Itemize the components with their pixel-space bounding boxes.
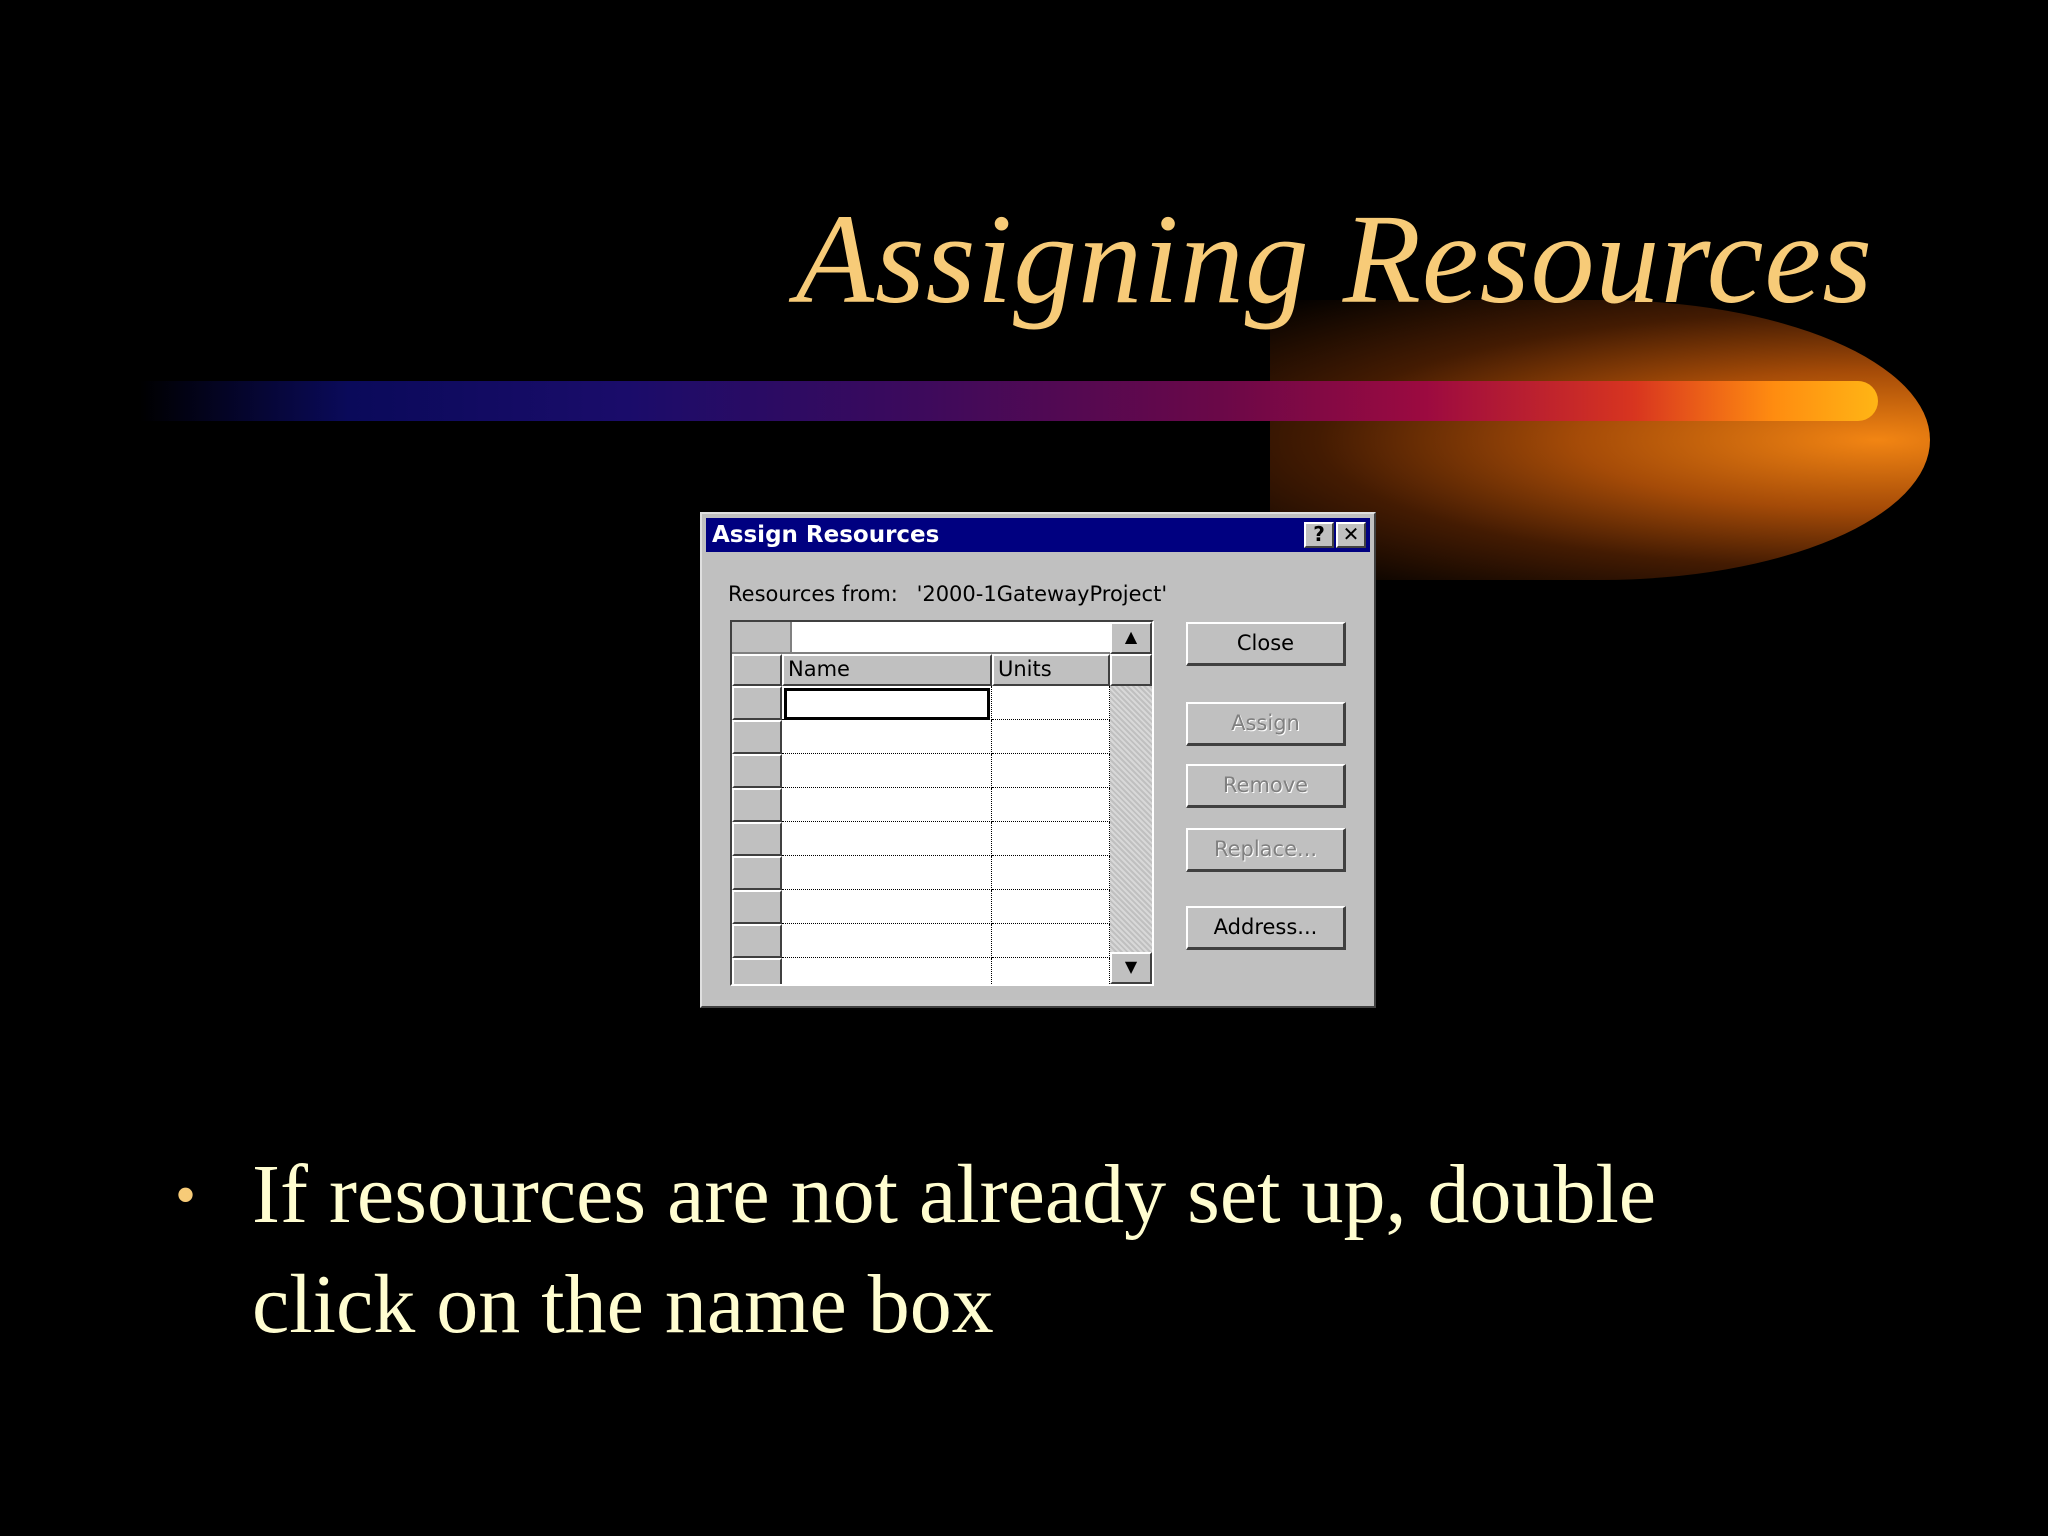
scroll-down-arrow-icon[interactable]: ▼ (1110, 952, 1152, 984)
name-cell[interactable] (782, 788, 992, 822)
row-header[interactable] (732, 890, 782, 924)
row-header[interactable] (732, 686, 782, 720)
name-cell[interactable] (782, 924, 992, 958)
resources-from-label: Resources from: (728, 582, 898, 606)
address-button[interactable]: Address... (1186, 906, 1346, 950)
row-header[interactable] (732, 822, 782, 856)
name-cell[interactable] (782, 720, 992, 754)
column-header-name[interactable]: Name (782, 654, 992, 686)
units-cell[interactable] (992, 788, 1110, 822)
row-header[interactable] (732, 958, 782, 984)
resource-grid[interactable]: Name Units ▲ ▼ (730, 620, 1154, 986)
vertical-scrollbar[interactable]: ▲ ▼ (1110, 622, 1152, 984)
help-button[interactable]: ? (1304, 522, 1334, 548)
grid-corner (732, 622, 792, 654)
name-cell[interactable] (782, 856, 992, 890)
row-header[interactable] (732, 720, 782, 754)
name-cell[interactable] (782, 754, 992, 788)
bullet-icon: • (175, 1162, 197, 1228)
units-cell[interactable] (992, 924, 1110, 958)
slide-title: Assigning Resources (795, 188, 1873, 330)
name-cell[interactable] (782, 958, 992, 984)
row-header[interactable] (732, 788, 782, 822)
decorative-swoosh-bar (140, 381, 1878, 421)
select-all-button[interactable] (732, 654, 782, 686)
name-cell[interactable] (782, 822, 992, 856)
units-cell[interactable] (992, 822, 1110, 856)
row-header[interactable] (732, 856, 782, 890)
name-cell[interactable] (782, 890, 992, 924)
scroll-up-arrow-icon[interactable]: ▲ (1110, 622, 1152, 654)
remove-button[interactable]: Remove (1186, 764, 1346, 808)
bullet-text: If resources are not already set up, dou… (252, 1148, 1657, 1351)
row-header[interactable] (732, 754, 782, 788)
assign-button[interactable]: Assign (1186, 702, 1346, 746)
close-button[interactable]: Close (1186, 622, 1346, 666)
units-cell[interactable] (992, 686, 1110, 720)
resources-from: Resources from: '2000-1GatewayProject' (728, 582, 1167, 606)
close-x-button[interactable]: ✕ (1336, 522, 1366, 548)
dialog-titlebar[interactable]: Assign Resources ? ✕ (706, 518, 1370, 552)
row-header[interactable] (732, 924, 782, 958)
dialog-title: Assign Resources (712, 522, 940, 548)
units-cell[interactable] (992, 856, 1110, 890)
resources-from-value: '2000-1GatewayProject' (916, 582, 1168, 606)
units-cell[interactable] (992, 890, 1110, 924)
replace-button[interactable]: Replace... (1186, 828, 1346, 872)
entry-bar[interactable] (792, 622, 1110, 654)
units-cell[interactable] (992, 754, 1110, 788)
column-header-units[interactable]: Units (992, 654, 1110, 686)
assign-resources-dialog: Assign Resources ? ✕ Resources from: '20… (700, 512, 1376, 1008)
units-cell[interactable] (992, 720, 1110, 754)
name-box-active-cell[interactable] (784, 688, 990, 720)
units-cell[interactable] (992, 958, 1110, 984)
scroll-thumb[interactable] (1110, 654, 1152, 686)
